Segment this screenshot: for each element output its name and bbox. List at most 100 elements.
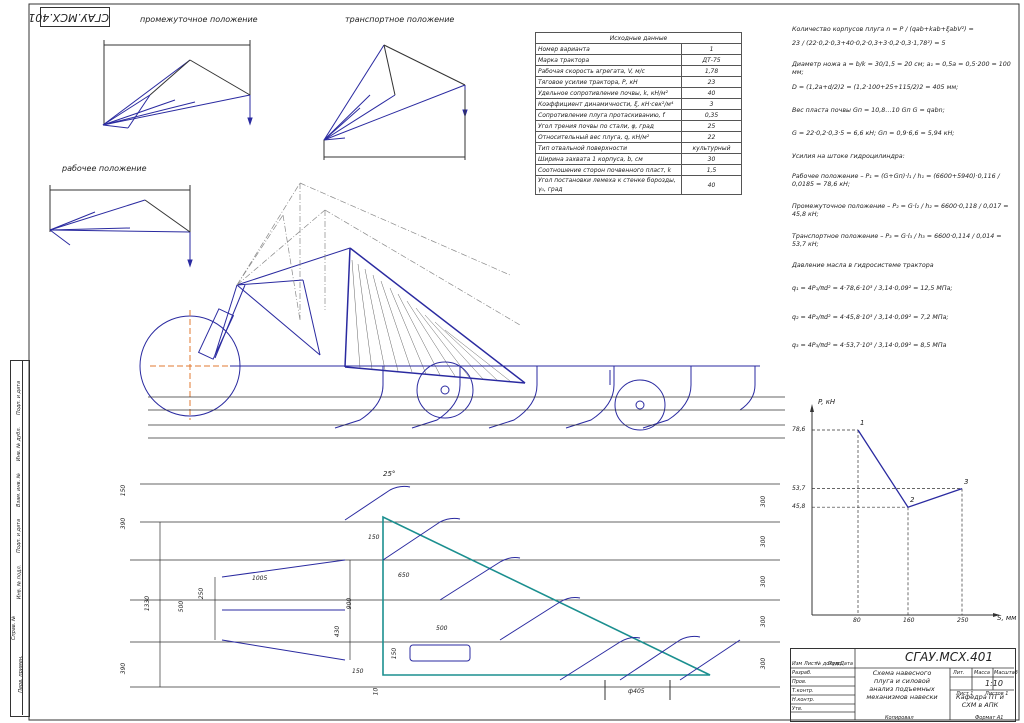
dim-300-4: 300 <box>760 615 768 628</box>
graph <box>810 404 1000 617</box>
source-table-row: Соотношение сторон почвенного пласт, k 1,… <box>535 164 742 176</box>
title-block-row-label: Пров. <box>792 679 807 685</box>
formula-line: Усилия на штоке гидроцилиндра: <box>792 152 905 160</box>
source-table-label: Номер варианта <box>535 43 682 55</box>
title-block-mass: Масса <box>974 670 990 676</box>
source-table-row: Угол трения почвы по стали, φ, град 25 <box>535 120 742 132</box>
formula-line: Количество корпусов плуга n = P / (qab+k… <box>792 26 974 33</box>
source-table-row: Ширина захвата 1 корпуса, b, см 30 <box>535 153 742 165</box>
formula-line: 23 / (22·0,2·0,3+40·0,2·0,3+3·0,2·0,3·1,… <box>792 39 946 47</box>
source-table-row: Сопротивление плуга протаскиванию, f 0,35 <box>535 109 742 121</box>
graph-y-tick: 78,6 <box>792 426 806 433</box>
side-stamp-label: Подп. и дата <box>16 380 23 416</box>
source-table-label: Угол постановки лемеха к стенке борозды,… <box>535 175 682 195</box>
dim-900: 900 <box>346 597 354 610</box>
graph-point-label: 2 <box>910 496 915 505</box>
working-position-label: рабочее положение <box>62 164 147 173</box>
source-table-label: Относительный вес плуга, q, кН/м² <box>535 131 682 143</box>
title-block-row-label: Дата <box>840 661 853 667</box>
title-block-copied: Копировал <box>885 715 914 721</box>
dim-390a: 390 <box>120 517 128 530</box>
source-table-row: Удельное сопротивление почвы, k, кН/м² 40 <box>535 87 742 99</box>
source-table-value: 3 <box>681 98 742 110</box>
title-block-row-label: Лист <box>804 661 817 667</box>
title-block-row-label: Изм <box>792 661 803 667</box>
side-stamp-label: Подп. и дата <box>16 518 23 554</box>
source-table-label: Тип отвальной поверхности <box>535 142 682 154</box>
dim-300-2: 300 <box>760 535 768 548</box>
title-block-code: СГАУ.МСХ.401 <box>905 650 994 664</box>
source-table-value: 1,5 <box>681 164 742 176</box>
source-table-row: Номер варианта 1 <box>535 43 742 55</box>
dim-300-3: 300 <box>760 575 768 588</box>
title-block-row-label: Т.контр. <box>792 688 814 694</box>
dim-300-5: 300 <box>760 657 768 670</box>
formula-line: Вес пласта почвы Gп = 10,8…10 Gп G = qab… <box>792 106 945 114</box>
source-table-label: Удельное сопротивление почвы, k, кН/м² <box>535 87 682 99</box>
graph-y-tick: 45,8 <box>792 503 806 511</box>
source-table-row: Марка трактора ДТ-75 <box>535 54 742 66</box>
dim-150a: 150 <box>120 484 128 497</box>
title-block-row-label: Н.контр. <box>792 697 815 703</box>
graph-x-tick: 250 <box>957 617 969 624</box>
title-block-row-label: Разраб. <box>792 670 812 676</box>
source-table-row: Относительный вес плуга, q, кН/м² 22 <box>535 131 742 143</box>
source-table-label: Ширина захвата 1 корпуса, b, см <box>535 153 682 165</box>
source-table-label: Марка трактора <box>535 54 682 66</box>
formula-line: Транспортное положение – P₃ = G·l₃ / h₃ … <box>792 233 1002 248</box>
formula-line: q₁ = 4P₁/πd² = 4·78,6·10³ / 3,14·0,09² =… <box>792 284 953 292</box>
side-stamp-label: Перв. примен. <box>17 655 24 693</box>
working-view <box>49 185 193 268</box>
dim-1005: 1005 <box>252 575 268 582</box>
main-scheme <box>139 182 785 439</box>
dim-300-1: 300 <box>760 495 768 508</box>
source-table-value: ДТ-75 <box>681 54 742 66</box>
side-stamp-label: Взам. инв. № <box>15 473 22 507</box>
source-table-label: Соотношение сторон почвенного пласт, k <box>535 164 682 176</box>
dim-250: 250 <box>198 587 206 600</box>
dim-500b: 500 <box>436 625 448 632</box>
graph-x-tick: 160 <box>903 617 915 624</box>
source-table-value: 1,78 <box>681 65 742 77</box>
title-block-name: Схема навесного плуга и силовой анализ п… <box>866 669 938 701</box>
source-table-row: Рабочая скорость агрегата, V, м/с 1,78 <box>535 65 742 77</box>
formula-line: G = 22·0,2·0,3·5 = 6,6 кН; Gп = 0,9·6,6 … <box>792 129 955 137</box>
title-block-sheets: Листов 1 <box>985 691 1009 697</box>
dim-150d: 150 <box>391 647 399 660</box>
source-table-row: Коэффициент динамичности, ξ, кН·сек²/м⁴ 3 <box>535 98 742 110</box>
graph-point-label: 3 <box>964 477 969 486</box>
graph-y-tick: 53,7 <box>792 484 806 492</box>
side-stamp-label: Справ. № <box>11 615 18 641</box>
plan-frame-triangle <box>382 515 711 676</box>
formula-line: q₃ = 4P₃/πd² = 4·53,7·10³ / 3,14·0,09² =… <box>792 342 947 350</box>
title-block-sheet: Лист 1 <box>956 691 974 697</box>
formula-line: Рабочее положение – P₁ = (G+Gп)·l₁ / h₁ … <box>792 173 1000 189</box>
dim-150b: 150 <box>368 534 380 541</box>
formula-line: Диаметр ножа a = b/k = 30/1,5 = 20 см; a… <box>792 60 1011 76</box>
source-data-table: Исходные данные Номер варианта 1 Марка тра… <box>535 32 742 195</box>
source-table-value: 25 <box>681 120 742 132</box>
source-table-header: Исходные данные <box>535 32 742 44</box>
graph-y-label: P, кН <box>818 398 836 406</box>
side-stamp-label: Инв. № подл. <box>16 564 23 600</box>
graph-x-label: S, мм <box>997 614 1017 622</box>
formula-line: q₂ = 4P₂/πd² = 4·45,8·10³ / 3,14·0,09² =… <box>792 313 949 321</box>
source-table-value: 22 <box>681 131 742 143</box>
source-table-label: Угол трения почвы по стали, φ, град <box>535 120 682 132</box>
dim-390b: 390 <box>120 662 128 675</box>
source-table-value: 0,35 <box>681 109 742 121</box>
plan-view <box>130 483 780 700</box>
formula-line: D = (1,2a+d/2)2 = (1,2·100+25+115/2)2 = … <box>792 83 959 91</box>
plan-bodies <box>344 485 741 681</box>
source-table-value: 23 <box>681 76 742 88</box>
source-table-label: Тяговое усилие трактора, Р, кН <box>535 76 682 88</box>
dim-430: 430 <box>334 625 342 638</box>
source-table-label: Сопротивление плуга протаскиванию, f <box>535 109 682 121</box>
dim-diameter: ф405 <box>628 688 645 695</box>
title-block-scale: 1:10 <box>985 679 1003 688</box>
title-block-format: Формат А1 <box>975 715 1004 721</box>
source-table-row: Тип отвальной поверхности культурный <box>535 142 742 154</box>
intermediate-view <box>102 40 253 129</box>
dim-1330: 1330 <box>144 595 152 612</box>
intermediate-position-label: промежуточное положение <box>140 15 258 24</box>
